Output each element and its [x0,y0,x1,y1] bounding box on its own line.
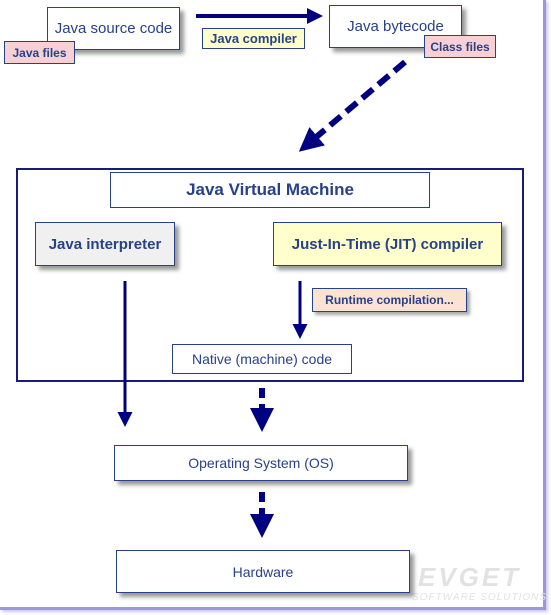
native-code-box: Native (machine) code [172,344,352,374]
arrows [117,8,407,538]
java-interpreter-box: Java interpreter [35,222,175,266]
jvm-title: Java Virtual Machine [110,172,430,208]
java-bytecode-label: Java bytecode [347,18,444,35]
java-files-tag: Java files [4,41,75,64]
load-arrow [298,59,407,152]
runtime-compilation-tag: Runtime compilation... [312,288,467,312]
class-files-tag: Class files [424,35,496,58]
operating-system-box: Operating System (OS) [114,445,408,481]
java-compiler-tag: Java compiler [202,28,305,49]
jit-compiler-box: Just-In-Time (JIT) compiler [273,222,502,266]
hardware-box: Hardware [116,550,410,593]
java-source-code-label: Java source code [54,20,173,37]
